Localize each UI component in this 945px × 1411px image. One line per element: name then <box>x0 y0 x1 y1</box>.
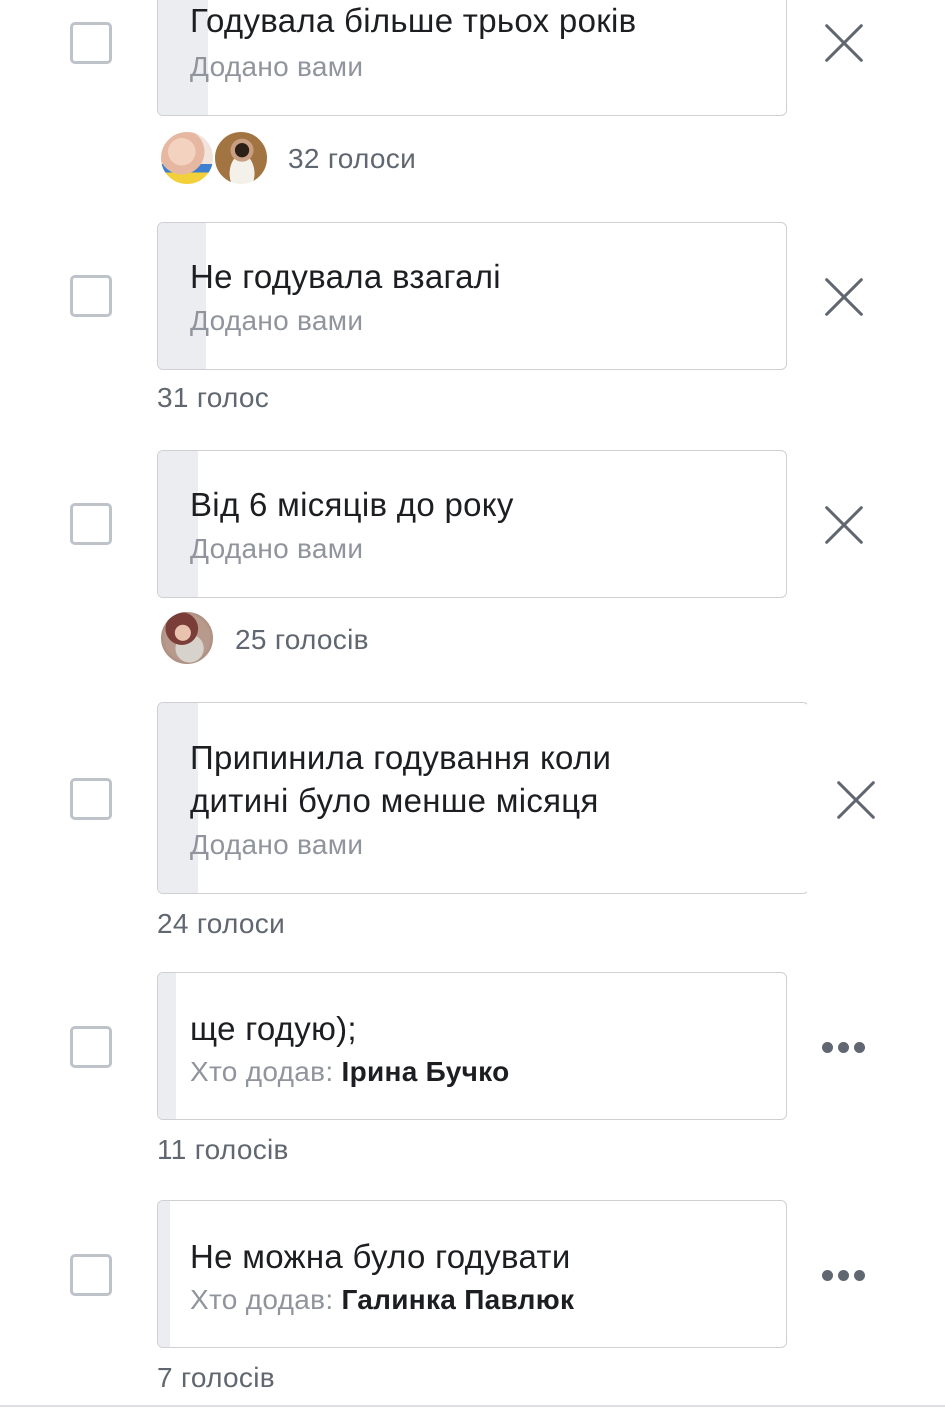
divider <box>0 1405 945 1407</box>
option-checkbox[interactable] <box>70 1026 112 1068</box>
option-text: Припинила годування коли дитині було мен… <box>190 739 612 819</box>
poll-option: Припинила годування коли дитині було мен… <box>0 702 945 952</box>
option-card[interactable]: Годувала більше трьох років Додано вами <box>157 0 787 116</box>
dot-icon <box>854 1042 865 1053</box>
option-text: Не годувала взагалі <box>190 258 501 295</box>
remove-icon[interactable] <box>822 21 866 65</box>
vote-count[interactable]: 32 голоси <box>288 141 416 177</box>
poll-option: Годувала більше трьох років Додано вами … <box>0 0 945 200</box>
dot-icon <box>838 1270 849 1281</box>
vote-share-bar <box>158 1201 170 1347</box>
remove-icon[interactable] <box>822 503 866 547</box>
option-checkbox[interactable] <box>70 1254 112 1296</box>
author-name: Галинка Павлюк <box>341 1284 575 1315</box>
option-text: ще годую); <box>190 1010 357 1047</box>
poll-option: Не годувала взагалі Додано вами 31 голос <box>0 222 945 432</box>
vote-count[interactable]: 25 голосів <box>235 622 369 658</box>
poll-option: Не можна було годувати Хто додав: Галинк… <box>0 1200 945 1400</box>
dot-icon <box>854 1270 865 1281</box>
option-text: Не можна було годувати <box>190 1238 571 1275</box>
dot-icon <box>838 1042 849 1053</box>
option-card[interactable]: ще годую); Хто додав: Ірина Бучко <box>157 972 787 1120</box>
option-card[interactable]: Не годувала взагалі Додано вами <box>157 222 787 370</box>
option-card[interactable]: Від 6 місяців до року Додано вами <box>157 450 787 598</box>
vote-share-bar <box>158 973 176 1119</box>
option-card[interactable]: Припинила годування коли дитині було мен… <box>157 702 809 894</box>
option-checkbox[interactable] <box>70 22 112 64</box>
more-icon[interactable] <box>822 1270 866 1284</box>
added-by: Додано вами <box>190 51 364 82</box>
poll-option: ще годую); Хто додав: Ірина Бучко 11 гол… <box>0 972 945 1182</box>
option-text: Годувала більше трьох років <box>190 2 637 39</box>
added-by: Додано вами <box>190 829 364 860</box>
poll-option: Від 6 місяців до року Додано вами 25 гол… <box>0 450 945 680</box>
added-by: Хто додав: Галинка Павлюк <box>190 1284 575 1315</box>
option-checkbox[interactable] <box>70 275 112 317</box>
added-by: Додано вами <box>190 533 364 564</box>
avatar[interactable] <box>213 130 269 186</box>
added-by: Додано вами <box>190 305 364 336</box>
avatar[interactable] <box>159 610 215 666</box>
author-name: Ірина Бучко <box>341 1056 510 1087</box>
option-checkbox[interactable] <box>70 778 112 820</box>
dot-icon <box>822 1270 833 1281</box>
option-card[interactable]: Не можна було годувати Хто додав: Галинк… <box>157 1200 787 1348</box>
more-icon[interactable] <box>822 1042 866 1056</box>
vote-count[interactable]: 31 голос <box>157 380 269 416</box>
vote-count[interactable]: 11 голосів <box>157 1132 289 1168</box>
remove-icon[interactable] <box>834 778 878 822</box>
remove-icon[interactable] <box>822 275 866 319</box>
option-checkbox[interactable] <box>70 503 112 545</box>
option-text: Від 6 місяців до року <box>190 486 514 523</box>
vote-count[interactable]: 7 голосів <box>157 1360 275 1396</box>
dot-icon <box>822 1042 833 1053</box>
added-by: Хто додав: Ірина Бучко <box>190 1056 510 1087</box>
vote-count[interactable]: 24 голоси <box>157 906 285 942</box>
avatar[interactable] <box>159 130 215 186</box>
